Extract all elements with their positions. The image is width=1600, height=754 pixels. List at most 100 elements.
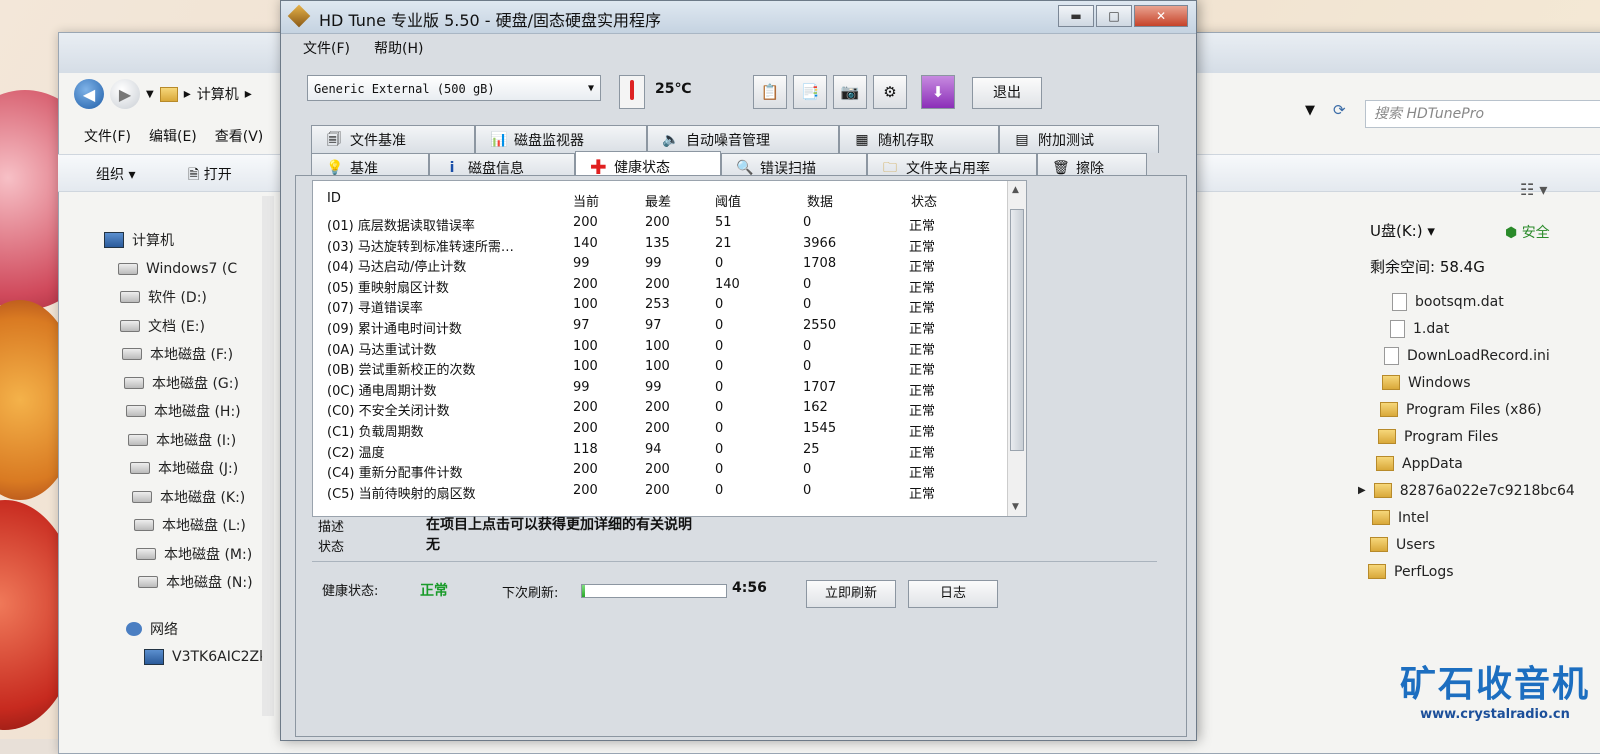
hdtune-titlebar[interactable]: HD Tune 专业版 5.50 - 硬盘/固态硬盘实用程序 ▬ □ ✕ [281, 1, 1196, 34]
file-name: AppData [1402, 455, 1463, 472]
tab-random-access[interactable]: ▦ 随机存取 [839, 125, 999, 153]
chevron-right-icon[interactable]: ▶ [1358, 485, 1366, 496]
table-row[interactable]: (C4) 重新分配事件计数 200 200 0 0 正常 [313, 460, 1003, 481]
cell-worst: 100 [645, 359, 670, 375]
list-item[interactable]: Users [1358, 531, 1575, 558]
tab-extra-tests[interactable]: ▤ 附加测试 [999, 125, 1159, 153]
list-item[interactable]: DownLoadRecord.ini [1358, 342, 1575, 369]
copy-info-icon[interactable]: 📋 [753, 75, 787, 109]
copy-all-icon[interactable]: 📑 [793, 75, 827, 109]
list-item[interactable]: Windows [1358, 369, 1575, 396]
camera-icon[interactable]: 📷 [833, 75, 867, 109]
red-cross-icon: ✚ [590, 154, 607, 179]
list-item[interactable]: Intel [1358, 504, 1575, 531]
folder-icon [1382, 375, 1400, 390]
cell-data: 1707 [803, 379, 837, 395]
smart-table[interactable]: ID 当前 最差 阈值 数据 状态 (01) 底层数据读取错误率 200 200 51… [312, 180, 1027, 517]
column-header-status[interactable]: 状态 [911, 191, 937, 210]
table-row[interactable]: (03) 马达旋转到标准转速所需… 140 135 21 3966 正常 [313, 234, 1003, 255]
column-header-current[interactable]: 当前 [573, 191, 599, 210]
exit-button[interactable]: 退出 [972, 77, 1042, 109]
open-icon: 🗎 [188, 167, 204, 183]
list-item[interactable]: PerfLogs [1358, 558, 1575, 585]
save-down-arrow-icon[interactable]: ⬇ [921, 75, 955, 109]
table-row[interactable]: (C5) 当前待映射的扇区数 200 200 0 0 正常 [313, 481, 1003, 502]
refresh-icon[interactable]: ⟳ [1333, 101, 1346, 119]
table-row[interactable]: (0B) 尝试重新校正的次数 100 100 0 0 正常 [313, 357, 1003, 378]
table-scrollbar[interactable]: ▲ ▼ [1007, 181, 1026, 516]
cell-current: 118 [573, 441, 598, 457]
cell-id: (04) 马达启动/停止计数 [327, 260, 467, 276]
back-arrow-icon[interactable]: ◀ [74, 79, 104, 109]
cell-id: (09) 累计通电时间计数 [327, 322, 462, 337]
cell-id: (0B) 尝试重新校正的次数 [327, 363, 476, 379]
cell-status: 正常 [909, 342, 936, 358]
cell-data: 0 [803, 338, 812, 354]
drive-selector[interactable]: U盘(K:) ▾ [1370, 220, 1435, 241]
menu-file[interactable]: 文件(F) [303, 38, 350, 58]
refresh-now-button[interactable]: 立即刷新 [806, 580, 896, 608]
drive-select[interactable]: Generic External (500 gB) ▼ [307, 75, 601, 101]
cell-worst: 97 [645, 318, 662, 333]
table-row[interactable]: (0C) 通电周期计数 99 99 0 1707 正常 [313, 378, 1003, 399]
list-item[interactable]: AppData [1358, 450, 1575, 477]
table-row[interactable]: (09) 累计通电时间计数 97 97 0 2550 正常 [313, 316, 1003, 337]
column-header-data[interactable]: 数据 [807, 191, 833, 210]
drive-icon [126, 405, 146, 418]
chevron-down-icon[interactable]: ▼ [146, 89, 154, 100]
minimize-button[interactable]: ▬ [1058, 5, 1094, 27]
menu-view[interactable]: 查看(V) [215, 126, 264, 146]
tab-file-benchmark[interactable]: 🗐 文件基准 [311, 125, 475, 153]
view-options-icon[interactable]: ☷ ▾ [1520, 180, 1547, 199]
open-button[interactable]: 🗎 打开 [188, 164, 232, 188]
cell-id: (01) 底层数据读取错误率 [327, 219, 475, 234]
list-item[interactable]: bootsqm.dat [1358, 288, 1575, 315]
table-row[interactable]: (01) 底层数据读取错误率 200 200 51 0 正常 [313, 213, 1003, 234]
table-row[interactable]: (C0) 不安全关闭计数 200 200 0 162 正常 [313, 398, 1003, 419]
folder-icon [1373, 483, 1392, 498]
cell-status: 正常 [909, 239, 936, 255]
close-button[interactable]: ✕ [1134, 5, 1188, 27]
scroll-down-icon[interactable]: ▼ [1012, 502, 1019, 512]
menu-file[interactable]: 文件(F) [84, 126, 131, 146]
free-space-label: 剩余空间: 58.4G [1370, 258, 1485, 276]
maximize-button[interactable]: □ [1096, 5, 1132, 27]
options-icon[interactable]: ⚙ [873, 75, 907, 109]
table-row[interactable]: (04) 马达启动/停止计数 99 99 0 1708 正常 [313, 254, 1003, 275]
hdtune-toolbar: Generic External (500 gB) ▼ 25℃ 📋 📑 📷 ⚙ … [307, 75, 1187, 111]
organize-button[interactable]: 组织 ▾ [96, 164, 135, 184]
sidebar-item-label: 本地磁盘 (F:) [150, 347, 234, 364]
column-header-threshold[interactable]: 阈值 [715, 191, 741, 210]
breadcrumb[interactable]: 计算机 [197, 84, 239, 104]
list-item[interactable]: ▶ 82876a022e7c9218bc64 [1358, 477, 1575, 504]
table-row[interactable]: (07) 寻道错误率 100 253 0 0 正常 [313, 295, 1003, 316]
log-button[interactable]: 日志 [908, 580, 998, 608]
scroll-up-icon[interactable]: ▲ [1012, 185, 1019, 195]
table-row[interactable]: (C1) 负载周期数 200 200 0 1545 正常 [313, 419, 1003, 440]
list-item[interactable]: Program Files (x86) [1358, 396, 1575, 423]
table-row[interactable]: (0A) 马达重试计数 100 100 0 0 正常 [313, 337, 1003, 358]
sidebar-scrollbar[interactable] [262, 196, 274, 716]
list-item[interactable]: 1.dat [1358, 315, 1575, 342]
tab-disk-monitor[interactable]: 📊 磁盘监视器 [475, 125, 647, 153]
forward-arrow-icon[interactable]: ▶ [110, 79, 140, 109]
cell-threshold: 140 [715, 276, 740, 292]
menu-help[interactable]: 帮助(H) [374, 38, 423, 58]
safe-eject-button[interactable]: ⬢ 安全 [1505, 222, 1550, 242]
cell-data: 1708 [803, 256, 837, 272]
chevron-down-icon[interactable]: ▼ [1305, 103, 1315, 118]
doc-icon [1390, 319, 1405, 338]
cell-id: (0C) 通电周期计数 [327, 383, 437, 399]
table-row[interactable]: (05) 重映射扇区计数 200 200 140 0 正常 [313, 275, 1003, 296]
cell-worst: 200 [645, 482, 670, 498]
search-input[interactable]: 搜索 HDTunePro [1365, 100, 1600, 128]
tab-aam[interactable]: 🔈 自动噪音管理 [647, 125, 839, 153]
column-header-id[interactable]: ID [327, 191, 341, 206]
scrollbar-thumb[interactable] [1010, 209, 1024, 451]
table-row[interactable]: (C2) 温度 118 94 0 25 正常 [313, 440, 1003, 461]
menu-edit[interactable]: 编辑(E) [149, 126, 197, 146]
benchmark-icon: 💡 [326, 159, 344, 176]
folder-icon: 🗀 [883, 159, 897, 176]
list-item[interactable]: Program Files [1358, 423, 1575, 450]
column-header-worst[interactable]: 最差 [645, 191, 671, 210]
